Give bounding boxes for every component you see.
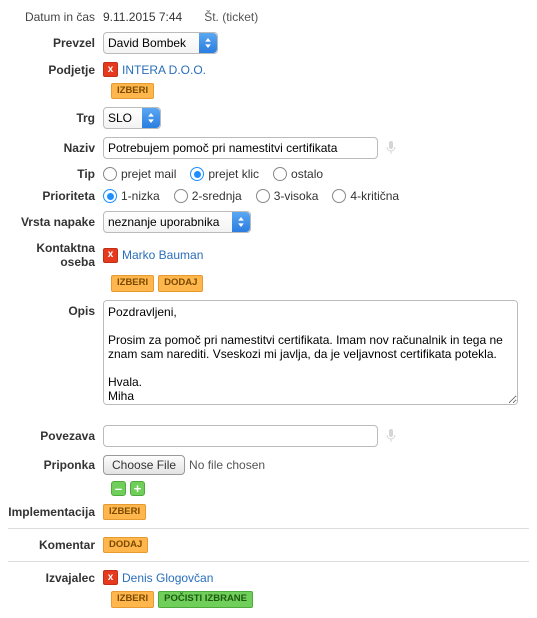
- radio-pri-3[interactable]: 3-visoka: [256, 189, 319, 203]
- datetime-value: 9.11.2015 7:44: [103, 10, 182, 24]
- row-izvajalec: Izvajalec x Denis Glogovčan: [8, 566, 529, 589]
- mic-icon: [386, 141, 396, 155]
- priponka-actions: – +: [8, 479, 529, 500]
- header-row: Datum in čas 9.11.2015 7:44 Št. (ticket): [8, 6, 529, 28]
- izvajalec-actions: IZBERI POČISTI IZBRANE: [8, 589, 529, 611]
- prevzel-value[interactable]: [103, 32, 218, 54]
- row-priponka: Priponka Choose File No file chosen: [8, 451, 529, 479]
- label-povezava: Povezava: [8, 429, 103, 443]
- datetime-label: Datum in čas: [8, 10, 103, 24]
- izvajalec-pocisti-button[interactable]: POČISTI IZBRANE: [158, 591, 253, 607]
- x-icon: x: [108, 250, 114, 260]
- row-implementacija: Implementacija IZBERI: [8, 500, 529, 524]
- trg-select[interactable]: [103, 107, 161, 129]
- mic-icon: [386, 429, 396, 443]
- label-priponka: Priponka: [8, 458, 103, 472]
- implementacija-izberi-button[interactable]: IZBERI: [103, 504, 146, 520]
- komentar-dodaj-button[interactable]: DODAJ: [103, 537, 148, 553]
- separator: [8, 528, 529, 529]
- x-icon: x: [108, 573, 114, 583]
- row-opis: Opis: [8, 296, 529, 409]
- radio-tip-mail[interactable]: prejet mail: [103, 167, 176, 181]
- kontakt-link[interactable]: Marko Bauman: [122, 248, 203, 262]
- radio-icon: [273, 167, 287, 181]
- label-prioriteta: Prioriteta: [8, 189, 103, 203]
- label-trg: Trg: [8, 111, 103, 125]
- label-izvajalec: Izvajalec: [8, 571, 103, 585]
- row-prevzel: Prevzel: [8, 28, 529, 58]
- label-tip: Tip: [8, 167, 103, 181]
- podjetje-izberi-button[interactable]: IZBERI: [111, 83, 154, 99]
- izvajalec-link[interactable]: Denis Glogovčan: [122, 571, 213, 585]
- podjetje-link[interactable]: INTERA D.O.O.: [122, 63, 206, 77]
- file-status: No file chosen: [189, 458, 265, 472]
- plus-icon: +: [134, 482, 142, 495]
- attachment-remove-button[interactable]: –: [111, 481, 126, 496]
- label-komentar: Komentar: [8, 538, 103, 552]
- row-trg: Trg: [8, 103, 529, 133]
- minus-icon: –: [115, 482, 122, 495]
- radio-tip-ostalo[interactable]: ostalo: [273, 167, 323, 181]
- radio-icon: [332, 189, 346, 203]
- opis-textarea[interactable]: [103, 300, 518, 405]
- label-naziv: Naziv: [8, 141, 103, 155]
- izvajalec-izberi-button[interactable]: IZBERI: [111, 591, 154, 607]
- label-implementacija: Implementacija: [8, 505, 103, 519]
- row-kontaktna-oseba: Kontaktna oseba x Marko Bauman: [8, 237, 529, 273]
- naziv-input[interactable]: [103, 137, 378, 159]
- tip-radios: prejet mail prejet klic ostalo: [103, 167, 529, 181]
- povezava-input[interactable]: [103, 425, 378, 447]
- radio-pri-2[interactable]: 2-srednja: [174, 189, 242, 203]
- radio-icon: [256, 189, 270, 203]
- row-podjetje: Podjetje x INTERA D.O.O.: [8, 58, 529, 81]
- prevzel-select[interactable]: [103, 32, 218, 54]
- choose-file-button[interactable]: Choose File: [103, 455, 185, 475]
- row-povezava: Povezava: [8, 421, 529, 451]
- row-komentar: Komentar DODAJ: [8, 533, 529, 557]
- izvajalec-remove-button[interactable]: x: [103, 570, 118, 585]
- podjetje-remove-button[interactable]: x: [103, 62, 118, 77]
- prioriteta-radios: 1-nizka 2-srednja 3-visoka 4-kritična: [103, 189, 529, 203]
- label-opis: Opis: [8, 300, 103, 318]
- radio-icon: [103, 189, 117, 203]
- label-prevzel: Prevzel: [8, 36, 103, 50]
- podjetje-actions: IZBERI: [8, 81, 529, 103]
- radio-icon: [190, 167, 204, 181]
- row-vrsta-napake: Vrsta napake: [8, 207, 529, 237]
- vrsta-napake-select[interactable]: [103, 211, 251, 233]
- label-vrsta-napake: Vrsta napake: [8, 215, 103, 229]
- attachment-add-button[interactable]: +: [130, 481, 145, 496]
- vrsta-napake-value[interactable]: [103, 211, 251, 233]
- radio-tip-klic[interactable]: prejet klic: [190, 167, 259, 181]
- kontakt-actions: IZBERI DODAJ: [8, 273, 529, 295]
- label-podjetje: Podjetje: [8, 63, 103, 77]
- kontakt-izberi-button[interactable]: IZBERI: [111, 275, 154, 291]
- radio-pri-4[interactable]: 4-kritična: [332, 189, 399, 203]
- radio-pri-1[interactable]: 1-nizka: [103, 189, 160, 203]
- radio-icon: [103, 167, 117, 181]
- row-naziv: Naziv: [8, 133, 529, 163]
- label-kontaktna-oseba: Kontaktna oseba: [8, 241, 103, 269]
- x-icon: x: [108, 65, 114, 75]
- row-tip: Tip prejet mail prejet klic ostalo: [8, 163, 529, 185]
- ticket-label: Št. (ticket): [204, 10, 258, 24]
- row-prioriteta: Prioriteta 1-nizka 2-srednja 3-visoka 4-…: [8, 185, 529, 207]
- separator: [8, 561, 529, 562]
- kontakt-dodaj-button[interactable]: DODAJ: [158, 275, 203, 291]
- trg-value[interactable]: [103, 107, 161, 129]
- radio-icon: [174, 189, 188, 203]
- kontakt-remove-button[interactable]: x: [103, 248, 118, 263]
